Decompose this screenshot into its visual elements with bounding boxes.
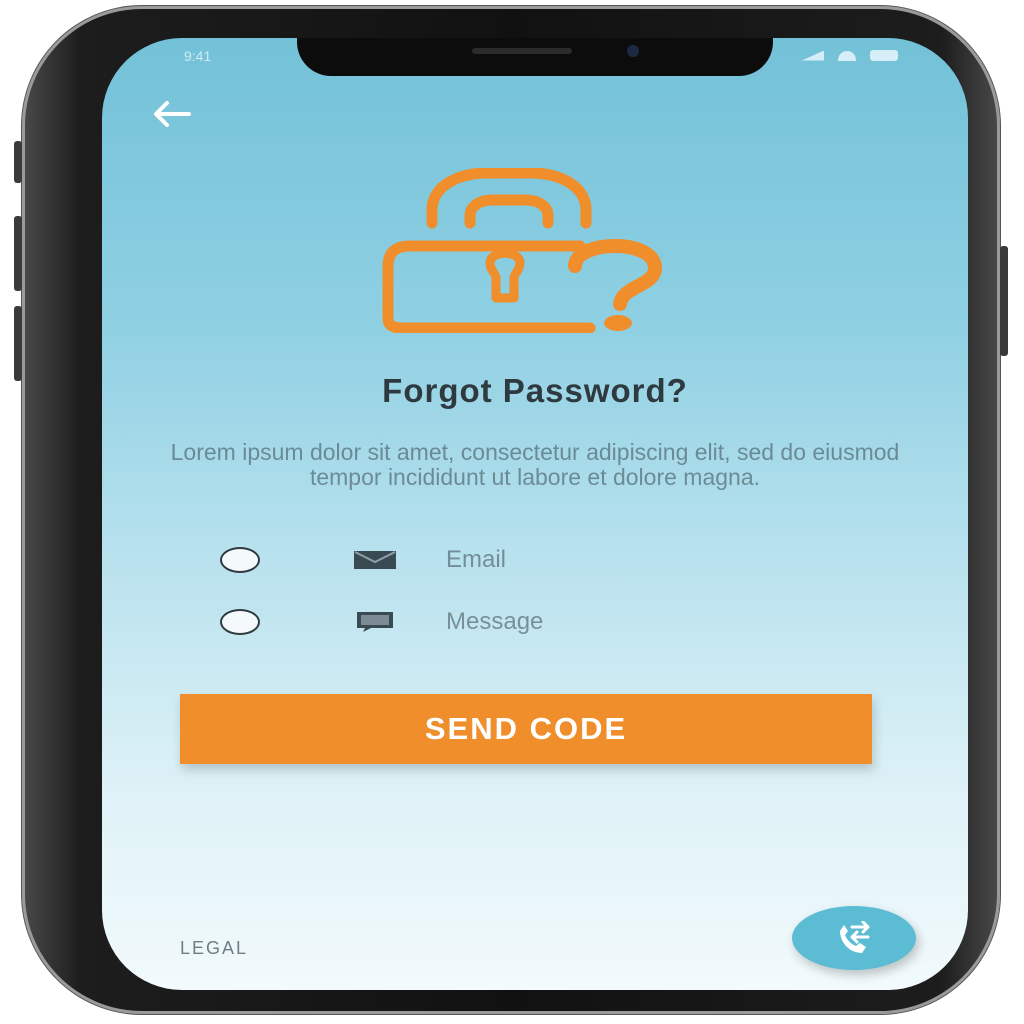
legal-link[interactable]: LEGAL	[180, 938, 248, 959]
app-screen: 9:41 Forgot Password? Lorem ipsum dolor …	[102, 38, 968, 990]
page-title: Forgot Password?	[382, 372, 688, 409]
notch	[297, 38, 773, 76]
mute-switch	[14, 141, 22, 183]
option-email[interactable]: Email	[220, 540, 506, 580]
status-time: 9:41	[184, 48, 212, 64]
arrow-left-icon	[154, 101, 191, 127]
call-fab-button[interactable]	[792, 906, 916, 970]
back-button[interactable]	[146, 94, 196, 134]
padlock-question-icon	[382, 168, 663, 333]
email-radio[interactable]	[220, 547, 260, 573]
wifi-icon	[838, 50, 856, 61]
email-label: Email	[446, 546, 507, 573]
phone-frame: 9:41 Forgot Password? Lorem ipsum dolor …	[14, 6, 1008, 1014]
power-button	[1000, 246, 1008, 356]
option-message[interactable]: Message	[220, 602, 543, 642]
message-radio[interactable]	[220, 609, 260, 635]
message-icon	[352, 612, 398, 632]
description-text: Lorem ipsum dolor sit amet, consectetur …	[170, 439, 900, 490]
envelope-icon	[352, 550, 398, 570]
send-code-button[interactable]: SEND CODE	[180, 694, 872, 764]
volume-up-button	[14, 216, 22, 291]
speaker-grille	[472, 48, 572, 54]
status-icons	[802, 50, 898, 61]
volume-down-button	[14, 306, 22, 381]
signal-icon	[802, 50, 824, 61]
message-label: Message	[446, 608, 544, 635]
front-camera	[627, 45, 639, 57]
call-transfer-icon	[840, 921, 870, 953]
battery-icon	[870, 50, 898, 61]
stage: 9:41 Forgot Password? Lorem ipsum dolor …	[0, 0, 1024, 1024]
